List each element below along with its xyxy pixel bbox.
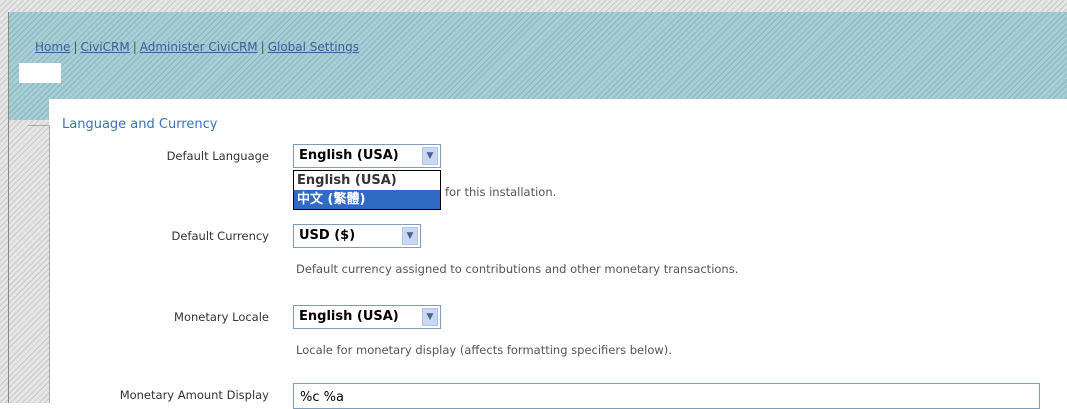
breadcrumb: Home | CiviCRM | Administer CiviCRM | Global S… bbox=[35, 40, 359, 54]
breadcrumb-separator: | bbox=[73, 40, 78, 54]
content-panel bbox=[49, 99, 1067, 403]
breadcrumb-global-settings-link[interactable]: Global Settings bbox=[268, 40, 359, 54]
monetary-locale-label: Monetary Locale bbox=[174, 310, 269, 324]
breadcrumb-administer-link[interactable]: Administer CiviCRM bbox=[140, 40, 258, 54]
breadcrumb-separator: | bbox=[132, 40, 137, 54]
monetary-locale-value: English (USA) bbox=[299, 309, 399, 324]
chevron-down-icon[interactable]: ▼ bbox=[422, 308, 438, 326]
default-language-select[interactable]: English (USA) ▼ bbox=[293, 144, 441, 168]
left-border bbox=[8, 12, 9, 403]
monetary-locale-select[interactable]: English (USA) ▼ bbox=[293, 305, 441, 329]
breadcrumb-civicrm-link[interactable]: CiviCRM bbox=[80, 40, 129, 54]
default-language-help: for this installation. bbox=[445, 185, 557, 199]
default-language-value: English (USA) bbox=[299, 148, 399, 163]
tab-placeholder bbox=[19, 63, 61, 83]
fieldset-border bbox=[49, 125, 50, 403]
default-language-dropdown-list: English (USA) 中文 (繁體) bbox=[293, 170, 441, 210]
monetary-locale-help: Locale for monetary display (affects for… bbox=[296, 343, 672, 357]
default-currency-help: Default currency assigned to contributio… bbox=[296, 262, 739, 276]
default-currency-select[interactable]: USD ($) ▼ bbox=[293, 224, 421, 248]
language-option[interactable]: English (USA) bbox=[294, 171, 440, 190]
chevron-down-icon[interactable]: ▼ bbox=[422, 147, 438, 165]
breadcrumb-separator: | bbox=[260, 40, 265, 54]
breadcrumb-home-link[interactable]: Home bbox=[35, 40, 70, 54]
fieldset-border bbox=[28, 125, 50, 126]
fieldset-legend: Language and Currency bbox=[62, 117, 218, 132]
default-language-label: Default Language bbox=[166, 149, 269, 163]
chevron-down-icon[interactable]: ▼ bbox=[402, 227, 418, 245]
monetary-amount-display-input[interactable]: %c %a bbox=[293, 383, 1040, 409]
default-currency-value: USD ($) bbox=[299, 228, 356, 243]
monetary-amount-display-label: Monetary Amount Display bbox=[119, 388, 269, 402]
language-option-highlighted[interactable]: 中文 (繁體) bbox=[294, 190, 440, 209]
default-currency-label: Default Currency bbox=[171, 229, 270, 243]
